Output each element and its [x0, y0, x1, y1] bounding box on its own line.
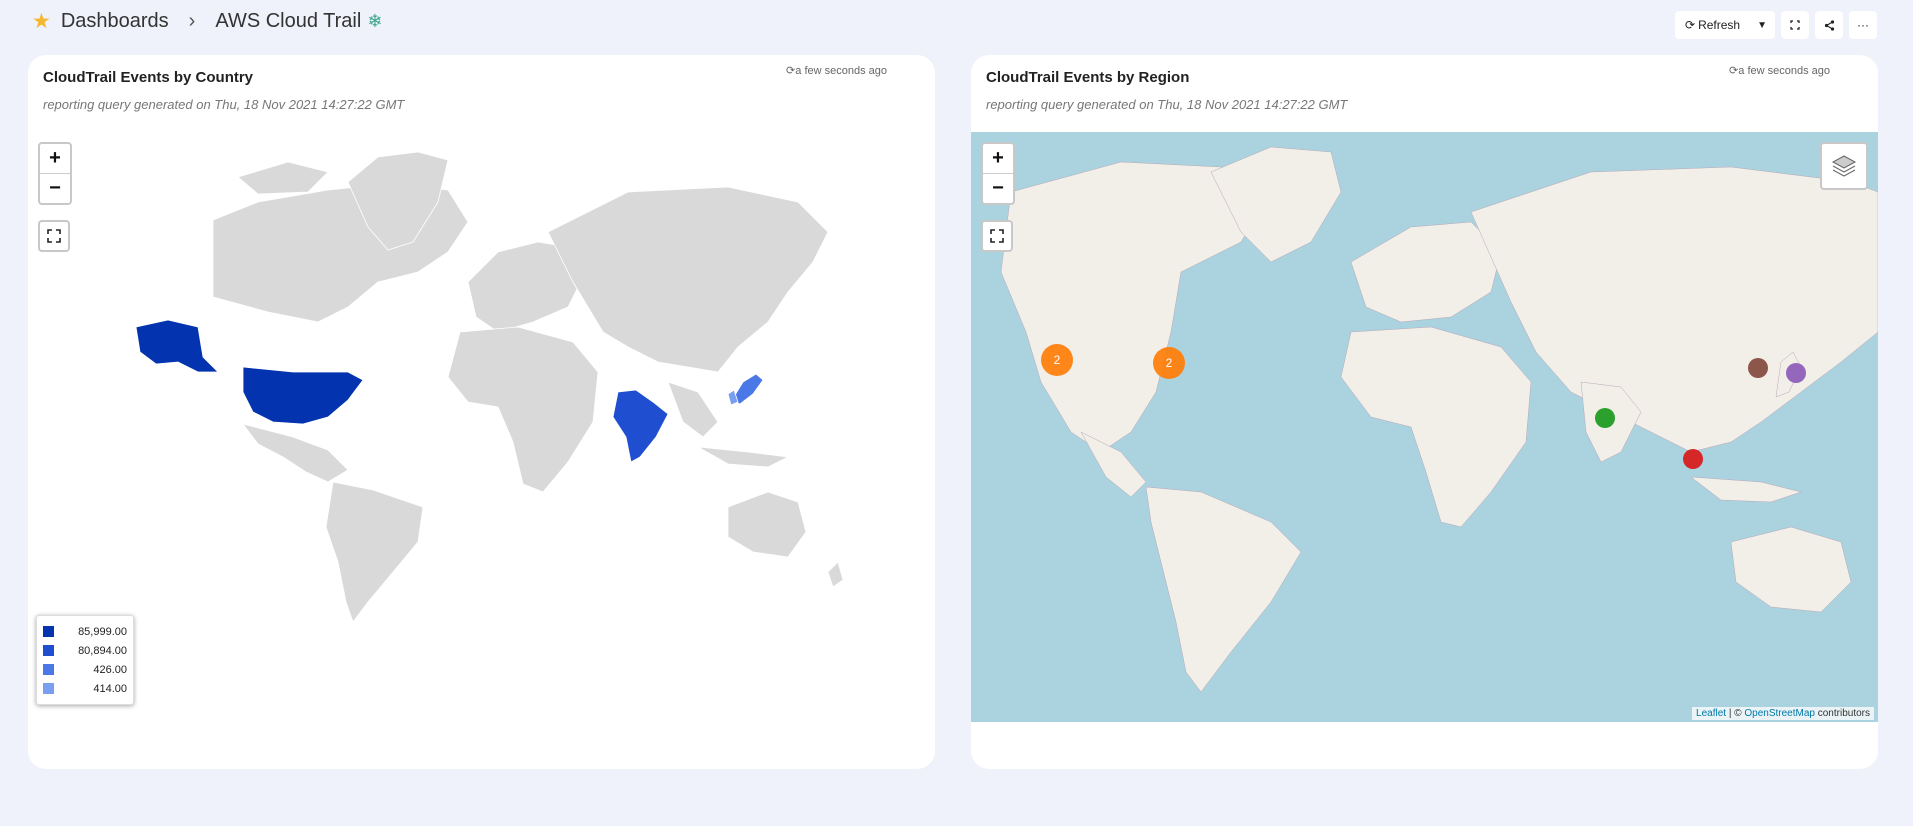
panel-events-by-country: CloudTrail Events by Country reporting q…	[28, 55, 935, 769]
land-south-america	[325, 481, 424, 623]
region-alaska	[135, 319, 219, 373]
osm-link[interactable]: OpenStreetMap	[1744, 708, 1815, 719]
land-europe	[1350, 221, 1502, 323]
legend-item: 414.00	[43, 679, 127, 698]
land-australia	[1730, 526, 1852, 613]
legend-item: 80,894.00	[43, 641, 127, 660]
region-usa	[242, 366, 364, 425]
land-new-zealand	[827, 561, 844, 588]
legend-swatch	[43, 645, 54, 656]
land-asia	[1470, 166, 1878, 453]
land-indonesia	[697, 446, 790, 468]
land-asia	[547, 186, 829, 373]
land-se-asia	[667, 381, 719, 438]
land-south-america	[1145, 486, 1302, 693]
marker-cluster-east[interactable]: 2	[1153, 347, 1185, 379]
osm-basemap: 2 2	[1000, 146, 1878, 693]
land-australia	[727, 491, 807, 558]
land-africa	[447, 326, 599, 493]
panel-subtitle: reporting query generated on Thu, 18 Nov…	[43, 97, 405, 112]
expand-icon	[990, 229, 1004, 243]
more-options-button[interactable]: ···	[1849, 11, 1877, 39]
land-mexico	[241, 423, 349, 483]
refresh-icon: ⟳	[1729, 65, 1739, 77]
favorite-star-icon[interactable]: ★	[32, 11, 51, 32]
zoom-in-button[interactable]: +	[40, 144, 70, 173]
share-icon	[1824, 19, 1834, 31]
land-africa	[1340, 326, 1532, 528]
panel-timestamp: ⟳a few seconds ago	[1729, 65, 1830, 77]
legend-item: 85,999.00	[43, 622, 127, 641]
marker-korea[interactable]	[1748, 358, 1768, 378]
breadcrumb: ★ Dashboards › AWS Cloud Trail ❄	[32, 10, 382, 33]
layers-icon	[1831, 155, 1857, 177]
panel-title: CloudTrail Events by Country	[43, 69, 254, 86]
marker-india[interactable]	[1595, 408, 1615, 428]
zoom-out-button[interactable]: −	[983, 173, 1013, 203]
map-attribution: Leaflet | © OpenStreetMap contributors	[1692, 707, 1874, 720]
map-fullscreen-button[interactable]	[38, 220, 70, 252]
fullscreen-icon	[1790, 20, 1800, 30]
marker-singapore[interactable]	[1683, 449, 1703, 469]
refresh-icon: ⟳	[1685, 18, 1696, 32]
zoom-control: + −	[38, 142, 72, 205]
region-map[interactable]: 2 2 + − Leaflet | © OpenStreetMap contri…	[971, 132, 1878, 722]
zoom-control: + −	[981, 142, 1015, 205]
marker-cluster-west[interactable]: 2	[1041, 344, 1073, 376]
marker-japan[interactable]	[1786, 363, 1806, 383]
toolbar: ⟳ Refresh ▼ ···	[1675, 11, 1877, 39]
layers-button[interactable]	[1820, 142, 1868, 190]
chevron-right-icon: ›	[188, 10, 196, 32]
snowflake-icon: ❄	[367, 11, 383, 31]
share-button[interactable]	[1815, 11, 1843, 39]
svg-text:2: 2	[1166, 356, 1173, 370]
svg-text:2: 2	[1054, 353, 1061, 367]
refresh-icon: ⟳	[786, 65, 796, 77]
refresh-button[interactable]: ⟳ Refresh ▼	[1675, 11, 1775, 39]
leaflet-link[interactable]: Leaflet	[1696, 708, 1726, 719]
panel-events-by-region: CloudTrail Events by Region reporting qu…	[971, 55, 1878, 769]
world-choropleth	[135, 151, 844, 623]
page-title: AWS Cloud Trail	[215, 10, 362, 32]
caret-down-icon[interactable]: ▼	[1757, 20, 1771, 31]
land-arctic-islands	[237, 161, 329, 195]
legend-item: 426.00	[43, 660, 127, 679]
land-indonesia	[1690, 476, 1802, 503]
choropleth-legend: 85,999.00 80,894.00 426.00 414.00	[36, 615, 134, 705]
country-map[interactable]: + − 85,999.00 80,894.00 426.00 414.00	[28, 132, 935, 722]
breadcrumb-dashboards-link[interactable]: Dashboards	[61, 10, 169, 33]
zoom-in-button[interactable]: +	[983, 144, 1013, 173]
panel-subtitle: reporting query generated on Thu, 18 Nov…	[986, 97, 1348, 112]
panel-timestamp: ⟳a few seconds ago	[786, 65, 887, 77]
fullscreen-button[interactable]	[1781, 11, 1809, 39]
dashboard-header: ★ Dashboards › AWS Cloud Trail ❄ ⟳ Refre…	[0, 0, 1913, 50]
legend-swatch	[43, 683, 54, 694]
ellipsis-icon: ···	[1857, 18, 1869, 32]
expand-icon	[47, 229, 61, 243]
refresh-label: Refresh	[1698, 18, 1741, 32]
region-india	[612, 389, 669, 463]
panel-title: CloudTrail Events by Region	[986, 69, 1190, 86]
map-fullscreen-button[interactable]	[981, 220, 1013, 252]
legend-swatch	[43, 626, 54, 637]
zoom-out-button[interactable]: −	[40, 173, 70, 203]
legend-swatch	[43, 664, 54, 675]
